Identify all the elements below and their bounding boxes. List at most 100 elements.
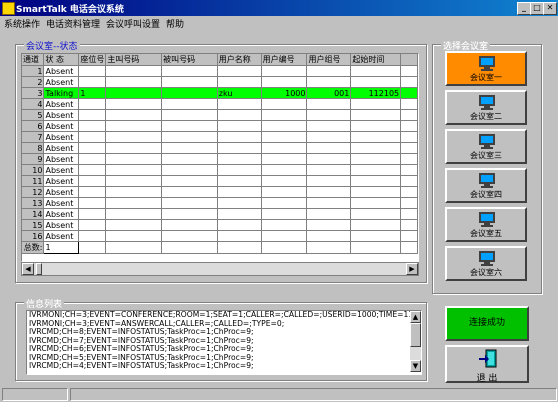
- row-channel-number: 6: [22, 120, 45, 132]
- table-cell: [350, 131, 402, 143]
- table-cell: [78, 65, 107, 77]
- scroll-up-icon[interactable]: ▲: [410, 311, 421, 323]
- table-row[interactable]: 3 Talking 1 zku 1000 001 112105: [22, 87, 418, 99]
- table-cell: [306, 153, 352, 165]
- log-vertical-scrollbar[interactable]: ▲ ▼: [410, 311, 421, 372]
- row-channel-number: 2: [22, 76, 45, 88]
- table-cell: [261, 120, 308, 132]
- exit-button[interactable]: 退 出: [445, 345, 529, 384]
- total-value: 1: [43, 241, 80, 254]
- room-button-6[interactable]: 会议室六: [445, 246, 527, 281]
- table-row[interactable]: 6 Absent: [22, 120, 418, 132]
- log-list[interactable]: IVRMONI;CH=3;EVENT=CONFERENCE;ROOM=1;SEA…: [26, 310, 422, 375]
- table-cell: [261, 230, 308, 242]
- col-caller[interactable]: 主叫号码: [105, 54, 163, 66]
- table-cell: [350, 142, 402, 154]
- table-cell: [350, 186, 402, 198]
- table-cell: [261, 208, 308, 220]
- table-cell: [105, 87, 163, 99]
- table-row[interactable]: 11 Absent: [22, 175, 418, 187]
- table-cell: [400, 186, 418, 198]
- table-cell: [78, 120, 107, 132]
- table-row[interactable]: 9 Absent: [22, 153, 418, 165]
- exit-door-icon: [479, 349, 497, 368]
- table-cell: Absent: [43, 186, 80, 198]
- table-cell: 112105: [350, 87, 402, 99]
- table-cell: [261, 197, 308, 209]
- table-row[interactable]: 4 Absent: [22, 98, 418, 110]
- total-label: 总数:: [22, 241, 45, 254]
- table-cell: [261, 186, 308, 198]
- table-row[interactable]: 15 Absent: [22, 219, 418, 231]
- table-row[interactable]: 12 Absent: [22, 186, 418, 198]
- table-cell: [217, 76, 262, 88]
- table-row[interactable]: 16 Absent: [22, 230, 418, 242]
- log-scroll-thumb[interactable]: [410, 323, 421, 347]
- table-cell: [400, 219, 418, 231]
- maximize-button[interactable]: □: [530, 2, 544, 15]
- table-cell: Absent: [43, 230, 80, 242]
- table-cell: [350, 241, 402, 254]
- minimize-button[interactable]: _: [517, 2, 531, 15]
- col-username[interactable]: 用户名称: [217, 54, 262, 66]
- room-button-3[interactable]: 会议室三: [445, 129, 527, 164]
- col-start-time[interactable]: 起始时间: [350, 54, 402, 66]
- table-row[interactable]: 7 Absent: [22, 131, 418, 143]
- table-cell: [400, 76, 418, 88]
- table-cell: Absent: [43, 164, 80, 176]
- table-cell: [161, 120, 218, 132]
- table-cell: Absent: [43, 197, 80, 209]
- table-cell: [306, 197, 352, 209]
- table-cell: [78, 208, 107, 220]
- room-button-2[interactable]: 会议室二: [445, 90, 527, 125]
- table-row[interactable]: 5 Absent: [22, 109, 418, 121]
- table-cell: [161, 65, 218, 77]
- table-cell: [105, 65, 163, 77]
- row-channel-number: 3: [22, 87, 45, 99]
- table-row[interactable]: 13 Absent: [22, 197, 418, 209]
- col-channel[interactable]: 通道: [22, 54, 45, 66]
- scroll-thumb[interactable]: [36, 263, 42, 275]
- menu-help[interactable]: 帮助: [166, 17, 184, 30]
- table-row[interactable]: 14 Absent: [22, 208, 418, 220]
- col-userid[interactable]: 用户编号: [261, 54, 308, 66]
- room-button-5[interactable]: 会议室五: [445, 207, 527, 242]
- close-button[interactable]: ✕: [543, 2, 557, 15]
- table-cell: [217, 109, 262, 121]
- table-cell: [105, 142, 163, 154]
- table-cell: [261, 76, 308, 88]
- table-cell: [306, 219, 352, 231]
- channel-grid[interactable]: 通道 状 态 座位号 主叫号码 被叫号码 用户名称 用户编号 用户组号 起始时间…: [21, 53, 419, 262]
- table-cell: [350, 208, 402, 220]
- table-cell: zku: [217, 87, 262, 99]
- table-cell: [261, 153, 308, 165]
- table-row[interactable]: 10 Absent: [22, 164, 418, 176]
- col-extra: [400, 54, 418, 66]
- menu-call-settings[interactable]: 会议呼叫设置: [106, 17, 160, 30]
- monitor-icon: [478, 173, 496, 188]
- scroll-down-icon[interactable]: ▼: [410, 360, 421, 372]
- col-called[interactable]: 被叫号码: [161, 54, 218, 66]
- room-button-1[interactable]: 会议室一: [445, 51, 527, 86]
- menu-phone-data[interactable]: 电话资料管理: [46, 17, 100, 30]
- table-cell: [261, 241, 308, 254]
- table-row[interactable]: 1 Absent: [22, 65, 418, 77]
- table-cell: [306, 76, 352, 88]
- table-cell: [161, 186, 218, 198]
- room-button-4[interactable]: 会议室四: [445, 168, 527, 203]
- grid-horizontal-scrollbar[interactable]: ◀ ▶: [21, 262, 419, 276]
- table-cell: [400, 120, 418, 132]
- table-cell: [161, 175, 218, 187]
- scroll-right-icon[interactable]: ▶: [406, 263, 418, 275]
- table-cell: [105, 230, 163, 242]
- connect-status-button[interactable]: 连接成功: [445, 306, 529, 341]
- table-row[interactable]: 2 Absent: [22, 76, 418, 88]
- col-seat[interactable]: 座位号: [78, 54, 107, 66]
- row-channel-number: 14: [22, 208, 45, 220]
- table-cell: [350, 153, 402, 165]
- menu-system[interactable]: 系统操作: [4, 17, 40, 30]
- table-row[interactable]: 8 Absent: [22, 142, 418, 154]
- col-status[interactable]: 状 态: [43, 54, 80, 66]
- scroll-left-icon[interactable]: ◀: [22, 263, 34, 275]
- col-groupid[interactable]: 用户组号: [306, 54, 352, 66]
